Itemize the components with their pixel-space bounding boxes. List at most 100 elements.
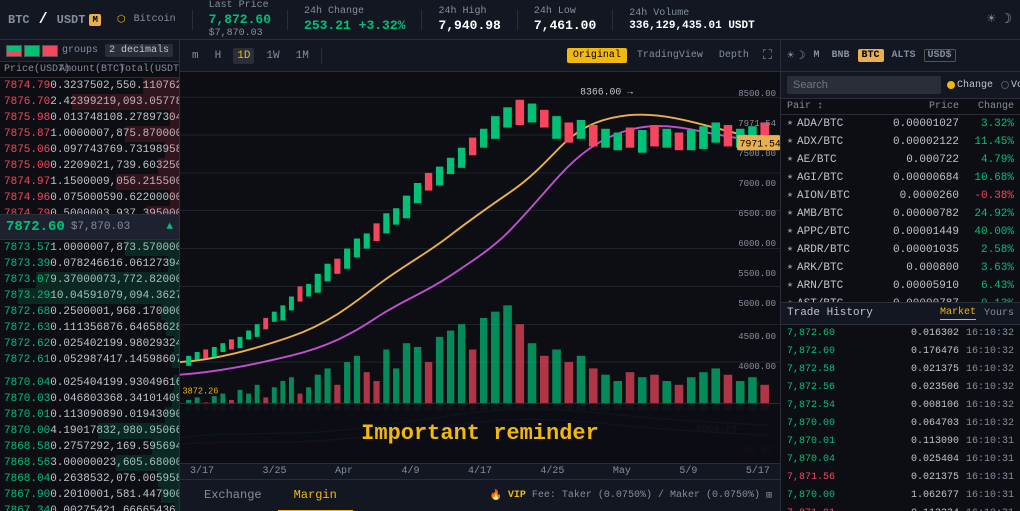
buy-order-row[interactable]: 7867.90 0.201000 1,581.44790000 <box>0 487 179 503</box>
pair-row[interactable]: ★ AGI/BTC 0.00000684 10.68% <box>781 169 1020 187</box>
pair-row[interactable]: ★ ARDR/BTC 0.00001035 2.58% <box>781 241 1020 259</box>
low-value: 7,461.00 <box>534 18 596 33</box>
sun-icon-right[interactable]: ☀ <box>787 48 794 63</box>
pair-change: 2.58% <box>959 243 1014 257</box>
market-bnb-btn[interactable]: BNB <box>827 49 853 62</box>
buy-order-row[interactable]: 7873.57 1.000000 7,873.57000000 <box>0 240 179 256</box>
header: BTC / USDT M ⬡ Bitcoin Last Price 7,872.… <box>0 0 1020 40</box>
pair-change: 3.32% <box>959 117 1014 131</box>
buy-order-row[interactable]: 7872.63 0.111356 876.64658628 <box>0 320 179 336</box>
buy-orders: 7873.57 1.000000 7,873.57000000 7873.39 … <box>0 240 179 376</box>
pair-price: 0.0000260 <box>884 189 959 203</box>
tradingview-btn[interactable]: TradingView <box>631 48 709 63</box>
trade-history-row: 7,870.00 1.062677 16:10:31 <box>781 487 1020 505</box>
buy-order-row[interactable]: 7870.04 0.025404 199.93049616 <box>0 375 179 391</box>
pair-name: ARN/BTC <box>797 279 884 293</box>
depth-btn[interactable]: Depth <box>713 48 755 63</box>
buy-order-row[interactable]: 7870.00 4.190178 32,980.95066000 <box>0 423 179 439</box>
buy-order-row[interactable]: 7873.07 9.370000 73,772.82000000 <box>0 272 179 288</box>
yours-tab-btn[interactable]: Yours <box>984 308 1014 319</box>
change-radio[interactable] <box>947 81 955 89</box>
sell-orders: 7874.79 0.323750 2,550.11076250 7876.70 … <box>0 78 179 214</box>
buy-order-row[interactable]: 7873.39 0.078246 616.06127394 <box>0 256 179 272</box>
buy-order-row[interactable]: 7868.04 0.263853 2,076.00595812 <box>0 471 179 487</box>
fullscreen-btn[interactable]: ⛶ <box>763 48 772 63</box>
trade-price: 7,870.04 <box>787 453 842 467</box>
sell-order-row[interactable]: 7874.96 0.075000 590.62200000 <box>0 190 179 206</box>
favorite-star[interactable]: ★ <box>787 153 793 167</box>
search-input[interactable] <box>787 76 941 94</box>
sell-order-row[interactable]: 7874.79 0.323750 2,550.11076250 <box>0 78 179 94</box>
trade-amount: 0.021375 <box>842 363 959 377</box>
market-alts-btn[interactable]: ALTS <box>888 49 920 62</box>
buy-order-row[interactable]: 7872.62 0.025402 199.98029324 <box>0 336 179 352</box>
tf-1d-btn[interactable]: 1D <box>233 48 254 64</box>
trade-amount: 0.025404 <box>842 453 959 467</box>
pair-row[interactable]: ★ APPC/BTC 0.00001449 40.00% <box>781 223 1020 241</box>
favorite-star[interactable]: ★ <box>787 135 793 149</box>
favorite-star[interactable]: ★ <box>787 279 793 293</box>
market-usd-btn[interactable]: USD$ <box>924 49 956 62</box>
margin-tab[interactable]: Margin <box>278 480 353 511</box>
favorite-star[interactable]: ★ <box>787 117 793 131</box>
tf-1w-btn[interactable]: 1W <box>262 48 283 64</box>
sell-order-row[interactable]: 7874.79 0.500000 3,937.39500000 <box>0 206 179 214</box>
main-layout: groups 2 decimals Price(USDT) Amount(BTC… <box>0 40 1020 511</box>
pair-row[interactable]: ★ ADA/BTC 0.00001027 3.32% <box>781 115 1020 133</box>
price-label-7: 5500.00 <box>738 269 776 279</box>
tf-1m-btn[interactable]: 1M <box>292 48 313 64</box>
current-price-row: 7872.60 $7,870.03 ▲ <box>0 214 179 240</box>
sun-icon[interactable]: ☀ <box>987 11 995 28</box>
exchange-tab[interactable]: Exchange <box>188 480 278 511</box>
buy-order-row[interactable]: 7868.56 3.000000 23,605.68000000 <box>0 455 179 471</box>
favorite-star[interactable]: ★ <box>787 225 793 239</box>
pair-row[interactable]: ★ AE/BTC 0.000722 4.79% <box>781 151 1020 169</box>
change-stat: 24h Change 253.21 +3.32% <box>304 6 405 33</box>
buy-order-row[interactable]: 7870.03 0.046803 368.34101409 <box>0 391 179 407</box>
volume-radio[interactable] <box>1001 81 1009 89</box>
market-tab-btn[interactable]: Market <box>940 307 976 320</box>
sell-order-row[interactable]: 7875.87 1.000000 7,875.87000000 <box>0 126 179 142</box>
favorite-star[interactable]: ★ <box>787 207 793 221</box>
pair-row[interactable]: ★ AION/BTC 0.0000260 -0.38% <box>781 187 1020 205</box>
trade-price: 7,872.60 <box>787 345 842 359</box>
moon-icon-right[interactable]: ☽ <box>798 48 805 63</box>
favorite-star[interactable]: ★ <box>787 261 793 275</box>
ob-all-icon[interactable] <box>6 45 22 57</box>
change-option[interactable]: Change <box>947 80 993 91</box>
volume-option[interactable]: Volume <box>1001 80 1020 91</box>
decimals-selector[interactable]: 2 decimals <box>105 44 173 57</box>
sell-order-row[interactable]: 7876.70 2.423992 19,093.05778640 <box>0 94 179 110</box>
favorite-star[interactable]: ★ <box>787 171 793 185</box>
buy-order-row[interactable]: 7873.29 10.045910 79,094.36274390 <box>0 288 179 304</box>
favorite-star[interactable]: ★ <box>787 189 793 203</box>
buy-order-row[interactable]: 7867.34 0.002754 21.66665436 <box>0 503 179 511</box>
pair-name: AMB/BTC <box>797 207 884 221</box>
favorite-star[interactable]: ★ <box>787 243 793 257</box>
trade-price: 7,871.01 <box>787 507 842 511</box>
sell-order-row[interactable]: 7875.98 0.013748 108.27897304 <box>0 110 179 126</box>
buy-order-row[interactable]: 7872.61 0.052987 417.14598607 <box>0 352 179 368</box>
price-col-header: Price(USDT) <box>4 64 59 75</box>
moon-icon[interactable]: ☽ <box>1004 11 1012 28</box>
tf-h-btn[interactable]: H <box>211 48 226 64</box>
ob-column-headers: Price(USDT) Amount(BTC) Total(USDT) <box>0 62 179 78</box>
change-value: 253.21 +3.32% <box>304 18 405 33</box>
buy-order-row[interactable]: 7872.68 0.250000 1,968.17000000 <box>0 304 179 320</box>
tf-m-btn[interactable]: m <box>188 48 203 64</box>
sell-order-row[interactable]: 7875.06 0.097743 769.73198958 <box>0 142 179 158</box>
order-book-header: groups 2 decimals <box>0 40 179 62</box>
pair-row[interactable]: ★ ARK/BTC 0.000800 3.63% <box>781 259 1020 277</box>
ob-sell-icon[interactable] <box>42 45 58 57</box>
pair-row[interactable]: ★ ARN/BTC 0.00005910 6.43% <box>781 277 1020 295</box>
market-btc-btn[interactable]: BTC <box>858 49 884 62</box>
pair-row[interactable]: ★ AMB/BTC 0.00000782 24.92% <box>781 205 1020 223</box>
original-view-btn[interactable]: Original <box>567 48 627 63</box>
sell-order-row[interactable]: 7874.97 1.150000 9,056.21550000 <box>0 174 179 190</box>
buy-order-row[interactable]: 7868.58 0.275729 2,169.59569482 <box>0 439 179 455</box>
sell-order-row[interactable]: 7875.00 0.220902 1,739.60325000 <box>0 158 179 174</box>
market-m-btn[interactable]: M <box>809 49 823 62</box>
buy-order-row[interactable]: 7870.01 0.113090 890.01943090 <box>0 407 179 423</box>
ob-buy-icon[interactable] <box>24 45 40 57</box>
pair-row[interactable]: ★ ADX/BTC 0.00002122 11.45% <box>781 133 1020 151</box>
